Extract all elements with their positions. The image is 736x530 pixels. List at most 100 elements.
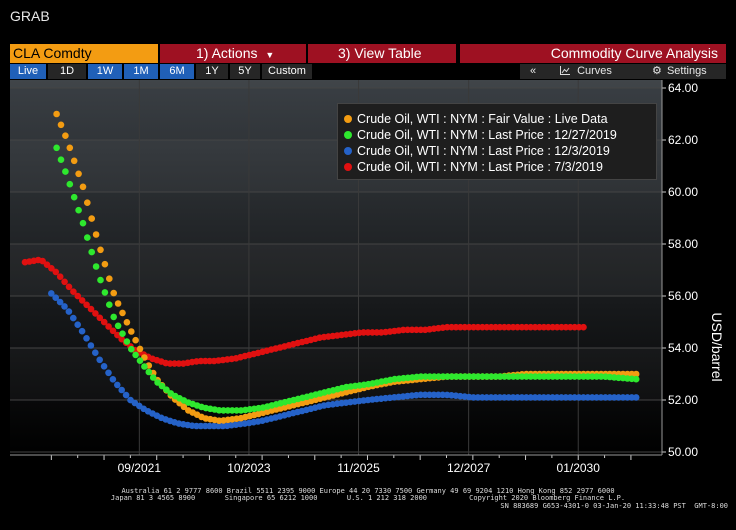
data-point bbox=[149, 374, 157, 381]
data-point bbox=[580, 323, 587, 331]
legend-label: Crude Oil, WTI : NYM : Last Price : 12/2… bbox=[357, 128, 617, 142]
legend-item-7-3-2019[interactable]: Crude Oil, WTI : NYM : Last Price : 7/3/… bbox=[344, 160, 603, 175]
grid-band bbox=[10, 244, 662, 296]
data-point bbox=[75, 206, 82, 214]
view-table-button[interactable]: 3) View Table bbox=[308, 44, 456, 63]
data-point bbox=[53, 144, 60, 152]
timeframe-live[interactable]: Live bbox=[10, 64, 46, 79]
data-point bbox=[61, 278, 68, 286]
data-point bbox=[79, 183, 87, 191]
x-tick-label: 11/2025 bbox=[337, 461, 380, 475]
timeframe-1y[interactable]: 1Y bbox=[196, 64, 228, 79]
data-point bbox=[74, 321, 81, 328]
y-tick-label: 52.00 bbox=[668, 393, 698, 407]
legend-item-12-27-2019[interactable]: Crude Oil, WTI : NYM : Last Price : 12/2… bbox=[344, 128, 617, 143]
footer-session-info: SN 883689 G653-4301-0 03-Jan-20 11:33:48… bbox=[500, 502, 728, 510]
data-point bbox=[128, 345, 135, 353]
data-point bbox=[123, 338, 131, 345]
data-point bbox=[123, 319, 131, 326]
data-point bbox=[65, 308, 73, 315]
y-tick-label: 54.00 bbox=[668, 341, 698, 355]
y-tick-label: 56.00 bbox=[668, 289, 698, 303]
data-point bbox=[88, 215, 95, 222]
data-point bbox=[106, 301, 113, 308]
y-tick-label: 60.00 bbox=[668, 185, 698, 199]
data-point bbox=[632, 394, 640, 401]
view-table-number: 3) bbox=[338, 45, 351, 61]
command-bar: CLA Comdty 1) Actions ▼ 3) View Table Co… bbox=[10, 44, 726, 63]
data-point bbox=[128, 328, 135, 335]
data-point bbox=[70, 157, 78, 165]
grid-band bbox=[10, 80, 662, 88]
collapse-button[interactable]: « bbox=[530, 64, 536, 79]
data-point bbox=[122, 391, 130, 399]
view-table-label: View Table bbox=[354, 45, 422, 61]
x-tick-label: 10/2023 bbox=[227, 461, 271, 475]
curves-button[interactable]: Curves bbox=[560, 64, 612, 79]
actions-number: 1) bbox=[196, 45, 209, 61]
chart-icon bbox=[560, 66, 570, 75]
data-point bbox=[92, 263, 100, 270]
timeframe-1d[interactable]: 1D bbox=[48, 64, 86, 79]
legend-marker-blue bbox=[344, 147, 352, 155]
data-point bbox=[66, 180, 74, 188]
data-point bbox=[119, 309, 126, 317]
legend-label: Crude Oil, WTI : NYM : Last Price : 7/3/… bbox=[357, 160, 603, 174]
y-tick-label: 64.00 bbox=[668, 81, 698, 95]
data-point bbox=[132, 336, 139, 344]
legend-item-12-3-2019[interactable]: Crude Oil, WTI : NYM : Last Price : 12/3… bbox=[344, 144, 610, 159]
curves-label: Curves bbox=[577, 65, 612, 77]
timeframe-5y[interactable]: 5Y bbox=[230, 64, 260, 79]
data-point bbox=[84, 199, 91, 206]
data-point bbox=[136, 345, 144, 353]
data-point bbox=[110, 313, 117, 321]
data-point bbox=[114, 300, 122, 307]
data-point bbox=[84, 234, 91, 241]
legend-marker-green bbox=[344, 131, 352, 139]
gear-icon: ⚙ bbox=[652, 65, 662, 77]
data-point bbox=[119, 330, 126, 337]
data-point bbox=[106, 275, 113, 282]
data-point bbox=[53, 110, 60, 118]
data-point bbox=[96, 356, 103, 364]
x-tick-label: 01/2030 bbox=[557, 461, 601, 475]
legend-marker-orange bbox=[344, 115, 352, 123]
x-tick-label: 12/2027 bbox=[447, 461, 491, 475]
legend-label: Crude Oil, WTI : NYM : Fair Value : Live… bbox=[357, 112, 608, 126]
y-tick-label: 62.00 bbox=[668, 133, 698, 147]
y-axis-label: USD/barrel bbox=[709, 312, 725, 381]
data-point bbox=[70, 193, 78, 201]
settings-label: Settings bbox=[666, 65, 707, 77]
data-point bbox=[132, 351, 139, 359]
data-point bbox=[97, 246, 104, 254]
data-point bbox=[105, 369, 112, 377]
timeframe-1w[interactable]: 1W bbox=[88, 64, 122, 79]
legend-item-fair-value[interactable]: Crude Oil, WTI : NYM : Fair Value : Live… bbox=[344, 112, 608, 127]
data-point bbox=[632, 375, 640, 383]
ticker-field[interactable]: CLA Comdty bbox=[10, 44, 158, 63]
data-point bbox=[92, 349, 99, 357]
data-point bbox=[56, 273, 64, 280]
data-point bbox=[83, 335, 90, 342]
legend-label: Crude Oil, WTI : NYM : Last Price : 12/3… bbox=[357, 144, 610, 158]
timeframe-bar: Live 1D 1W 1M 6M 1Y 5Y Custom « Curves ⚙… bbox=[10, 64, 726, 79]
data-point bbox=[136, 357, 144, 365]
data-point bbox=[61, 303, 68, 310]
timeframe-custom[interactable]: Custom bbox=[262, 64, 312, 79]
settings-button[interactable]: ⚙ Settings bbox=[652, 64, 707, 79]
data-point bbox=[101, 289, 109, 296]
data-point bbox=[66, 144, 74, 152]
data-point bbox=[92, 231, 100, 238]
data-point bbox=[62, 168, 69, 175]
data-point bbox=[114, 381, 121, 389]
data-point bbox=[88, 248, 95, 256]
data-point bbox=[75, 170, 82, 178]
data-point bbox=[109, 376, 117, 383]
x-tick-label: 09/2021 bbox=[118, 461, 162, 475]
timeframe-6m[interactable]: 6M bbox=[160, 64, 194, 79]
data-point bbox=[141, 363, 148, 370]
actions-button[interactable]: 1) Actions ▼ bbox=[160, 44, 306, 63]
timeframe-1m[interactable]: 1M bbox=[124, 64, 158, 79]
data-point bbox=[118, 386, 125, 394]
chart-legend: Crude Oil, WTI : NYM : Fair Value : Live… bbox=[337, 103, 657, 180]
